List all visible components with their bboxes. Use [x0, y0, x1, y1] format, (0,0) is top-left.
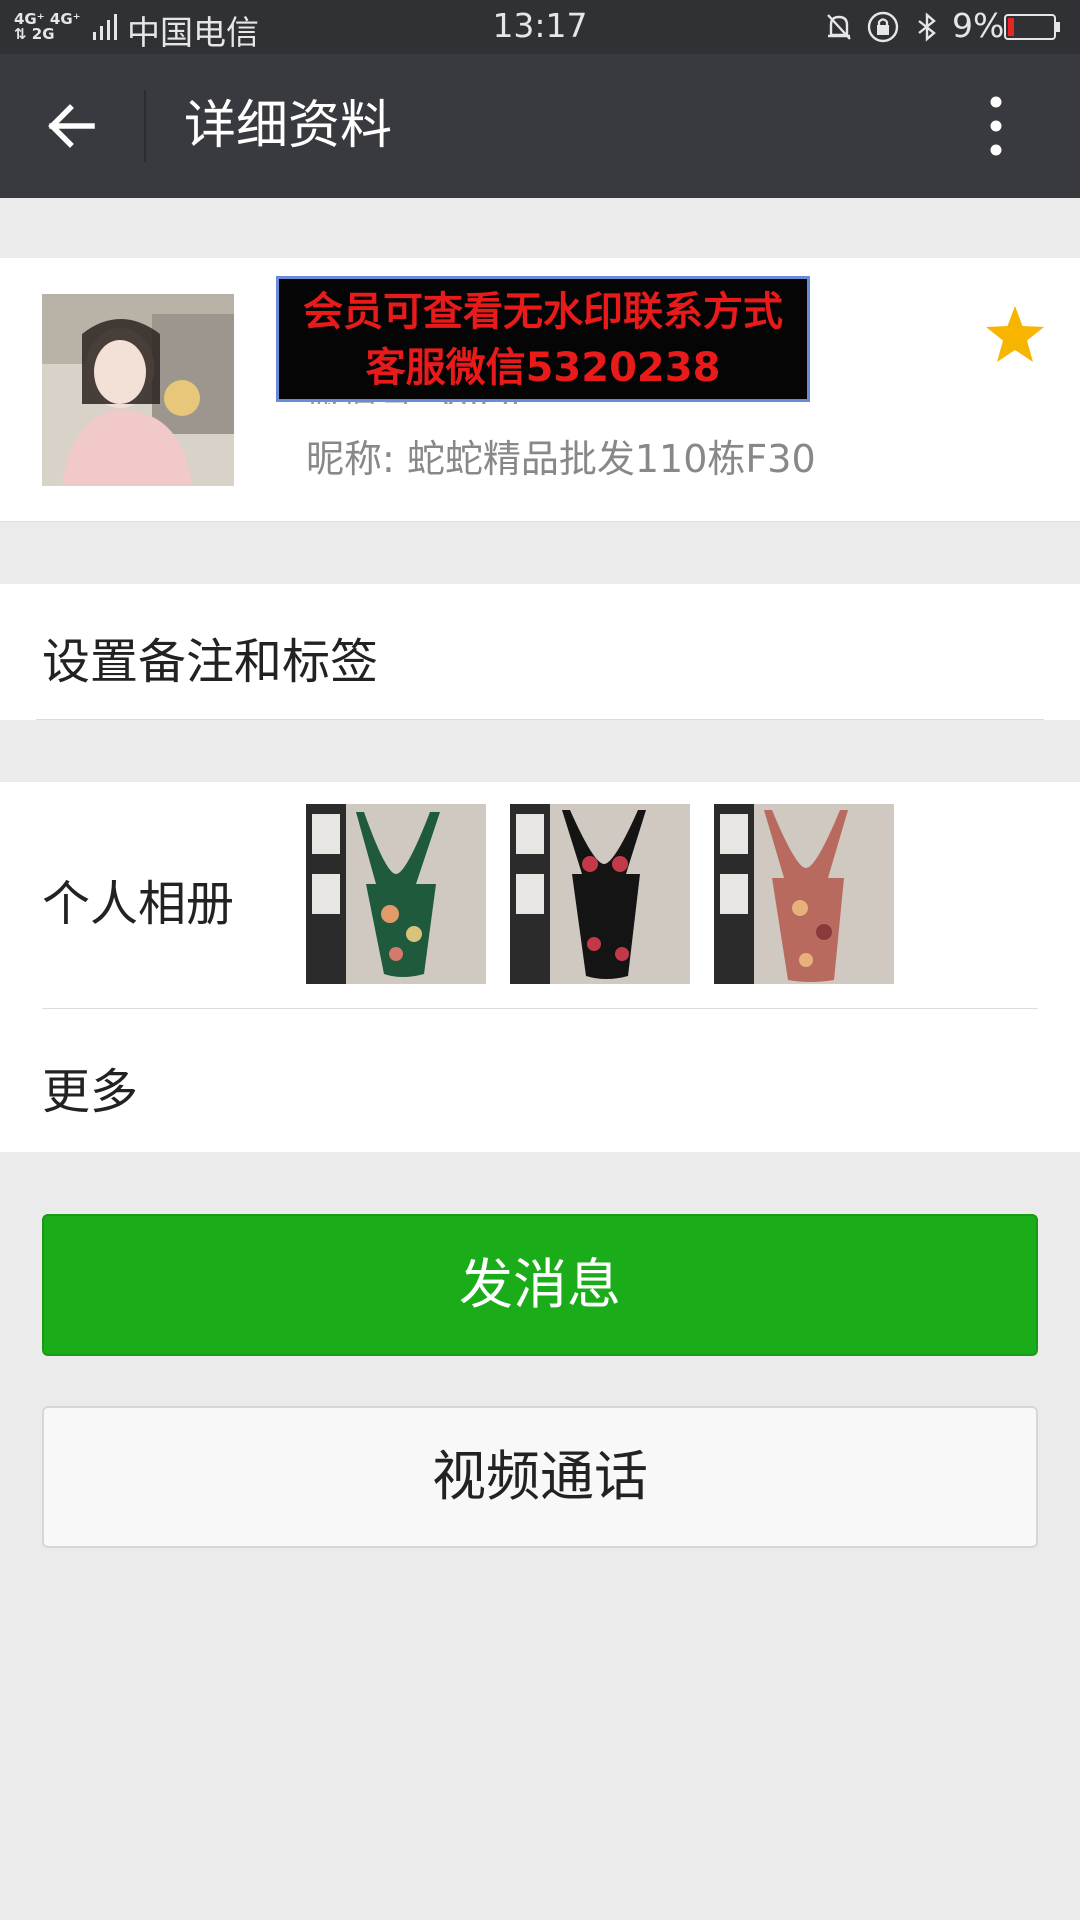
title-bar: 详细资料: [0, 54, 1080, 198]
watermark-line-2: 客服微信5320238: [365, 345, 721, 391]
battery-icon: [1004, 14, 1060, 40]
album-and-more-group: 个人相册 更多: [0, 782, 1080, 1152]
back-arrow-icon[interactable]: [44, 98, 100, 154]
album-photo-green-swimsuit[interactable]: [306, 804, 486, 984]
row-divider: [36, 719, 1044, 720]
nickname: 昵称: 蛇蛇精品批发110栋F30: [306, 437, 816, 481]
set-remark-and-tags-row[interactable]: 设置备注和标签: [0, 584, 1080, 720]
personal-album-label[interactable]: 个人相册: [42, 864, 234, 934]
profile-card: 微信号: yili li 会员可查看无水印联系方式 客服微信5320238 昵称…: [0, 258, 1080, 522]
rotation-lock-icon: [867, 11, 899, 43]
avatar[interactable]: [42, 294, 234, 486]
remark-label: 设置备注和标签: [42, 634, 379, 690]
bluetooth-icon: [918, 12, 936, 42]
video-call-button[interactable]: 视频通话: [42, 1406, 1038, 1548]
row-divider: [42, 1008, 1038, 1009]
more-vertical-icon[interactable]: [976, 92, 1016, 160]
watermark-overlay: 会员可查看无水印联系方式 客服微信5320238: [276, 276, 810, 402]
star-icon[interactable]: [984, 304, 1046, 364]
status-bar: 4G⁺ 4G⁺ ⇅ 2G 中国电信 13:17 9%: [0, 0, 1080, 54]
title-divider: [144, 90, 146, 162]
mute-icon: [827, 14, 851, 40]
watermark-line-1: 会员可查看无水印联系方式: [303, 289, 783, 335]
more-row[interactable]: 更多: [42, 1052, 138, 1122]
contact-detail-screen: 4G⁺ 4G⁺ ⇅ 2G 中国电信 13:17 9% 详细资料 会员可查看无水印…: [0, 0, 1080, 1920]
album-photo-black-swimsuit[interactable]: [510, 804, 690, 984]
album-photo-pink-swimsuit[interactable]: [714, 804, 894, 984]
send-message-button[interactable]: 发消息: [42, 1214, 1038, 1356]
page-title: 详细资料: [184, 96, 393, 156]
battery-percentage: 9%: [952, 6, 1005, 45]
